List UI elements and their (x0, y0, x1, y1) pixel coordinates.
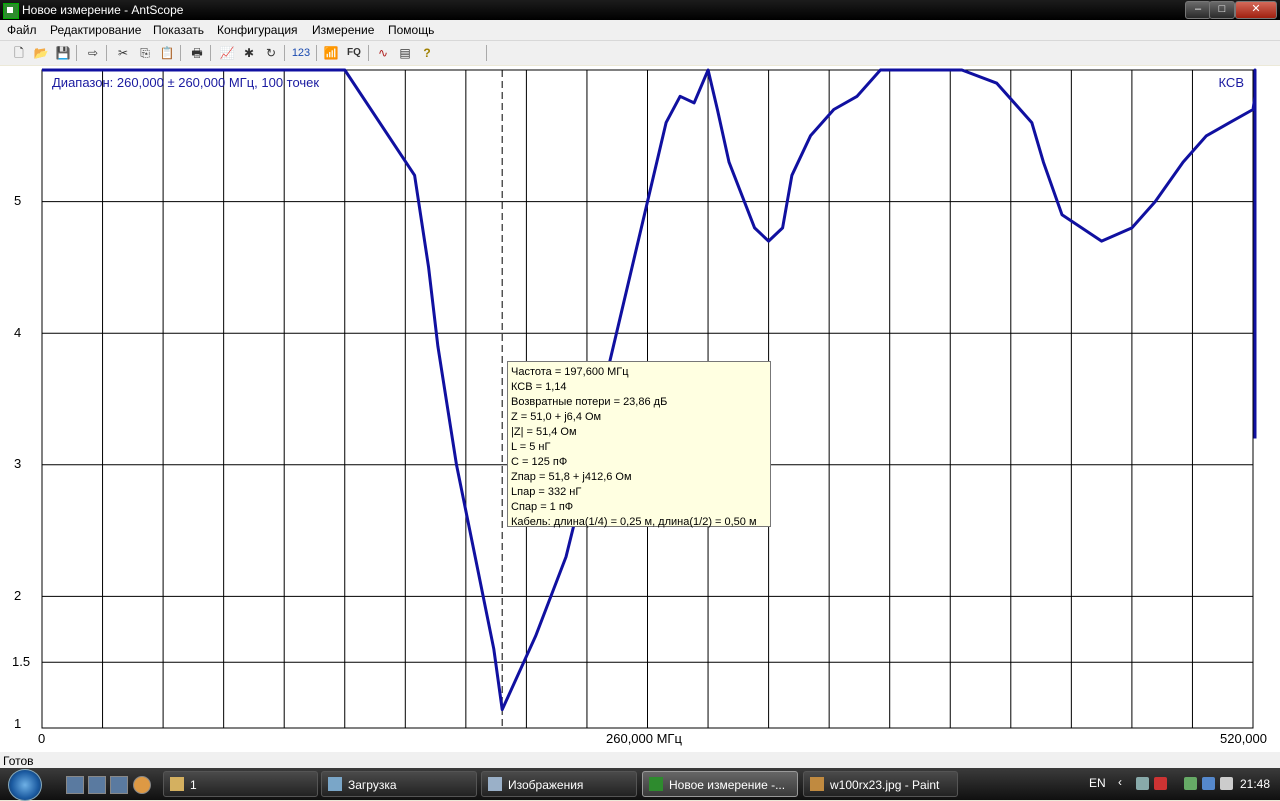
folder-icon (488, 777, 502, 791)
volume-icon[interactable] (1220, 777, 1233, 790)
x-tick-label: 0 (38, 731, 46, 746)
menu-file[interactable]: Файл (7, 23, 37, 37)
tooltip-impedance-magnitude: |Z| = 51,4 Ом (511, 426, 577, 438)
plot-area[interactable]: Диапазон: 260,000 ± 260,000 МГц, 100 точ… (0, 66, 1280, 752)
marker-icon[interactable]: ✱ (240, 44, 258, 62)
paste-icon[interactable]: 📋 (158, 44, 176, 62)
graph-icon[interactable]: ∿ (374, 44, 392, 62)
y-tick-label: 4 (14, 325, 22, 340)
show-desktop-icon[interactable] (66, 776, 84, 794)
tray-app-icon[interactable] (1184, 777, 1197, 790)
tooltip-inductance: L = 5 нГ (511, 441, 551, 453)
chrome-icon[interactable] (133, 776, 151, 794)
print-icon[interactable]: 🖶 (188, 44, 206, 62)
clock[interactable]: 21:48 (1240, 777, 1270, 791)
tooltip-parallel-impedance: Zпар = 51,8 + j412,6 Ом (511, 471, 632, 483)
menu-measure[interactable]: Измерение (312, 23, 374, 37)
save-icon[interactable]: 💾 (54, 44, 72, 62)
folder-icon (328, 777, 342, 791)
new-icon[interactable]: 🗋 (10, 44, 28, 62)
y-tick-label: 2 (14, 588, 22, 603)
tooltip-return-loss: Возвратные потери = 23,86 дБ (511, 396, 668, 408)
network-icon[interactable] (1136, 777, 1149, 790)
close-button[interactable]: ✕ (1235, 1, 1277, 19)
tooltip-parallel-inductance: Lпар = 332 нГ (511, 486, 582, 498)
chart-icon[interactable]: 📈 (218, 44, 236, 62)
tooltip-capacitance: C = 125 пФ (511, 456, 568, 468)
menu-bar: Файл Редактирование Показать Конфигураци… (0, 20, 1280, 41)
window-title: Новое измерение - AntScope (22, 3, 184, 17)
tooltip-frequency: Частота = 197,600 МГц (511, 366, 629, 378)
tray-expand-icon[interactable]: ‹ (1118, 775, 1131, 789)
menu-view[interactable]: Показать (153, 23, 204, 37)
menu-help[interactable]: Помощь (388, 23, 434, 37)
x-tick-label: 520,000 (1220, 731, 1267, 746)
menu-config[interactable]: Конфигурация (217, 23, 298, 37)
language-indicator[interactable]: EN (1089, 776, 1106, 790)
taskbar-item[interactable]: Изображения (481, 771, 637, 797)
mode-label: КСВ (1218, 75, 1245, 90)
minimize-button[interactable]: – (1185, 1, 1211, 19)
title-bar: Новое измерение - AntScope – □ ✕ (0, 0, 1280, 20)
y-tick-label: 5 (14, 193, 22, 208)
marker-tooltip: Частота = 197,600 МГц КСВ = 1,14 Возврат… (507, 361, 771, 528)
folder-icon[interactable]: ▤ (396, 44, 414, 62)
numbers-icon[interactable]: 123 (290, 44, 312, 62)
paint-icon (810, 777, 824, 791)
taskbar-item[interactable]: Загрузка (321, 771, 477, 797)
tooltip-impedance: Z = 51,0 + j6,4 Ом (511, 411, 602, 423)
antenna-icon[interactable]: 📶 (322, 44, 340, 62)
start-button[interactable] (8, 769, 42, 801)
y-tick-label: 3 (14, 456, 22, 471)
maximize-button[interactable]: □ (1209, 1, 1235, 19)
copy-icon[interactable]: ⎘ (136, 44, 154, 62)
status-text: Готов (3, 754, 34, 768)
antscope-app-icon (3, 3, 19, 19)
tray-app-icon[interactable] (1202, 777, 1215, 790)
folder-icon (170, 777, 184, 791)
taskbar-item[interactable]: w100rx23.jpg - Paint (803, 771, 958, 797)
status-bar: Готов (0, 752, 1280, 768)
switch-windows-icon[interactable] (88, 776, 106, 794)
cut-icon[interactable]: ✂ (114, 44, 132, 62)
taskbar-item-active[interactable]: Новое измерение -... (642, 771, 798, 797)
tooltip-swr: КСВ = 1,14 (511, 381, 567, 393)
menu-edit[interactable]: Редактирование (50, 23, 141, 37)
fq-icon[interactable]: FQ (343, 44, 365, 62)
antscope-app-icon (649, 777, 663, 791)
refresh-icon[interactable]: ↻ (262, 44, 280, 62)
security-alert-icon[interactable] (1154, 777, 1167, 790)
x-tick-label: 260,000 МГц (606, 731, 682, 746)
help-icon[interactable]: ? (418, 44, 436, 62)
export-icon[interactable]: ⇨ (84, 44, 102, 62)
explorer-icon[interactable] (110, 776, 128, 794)
toolbar: 🗋 📂 💾 ⇨ ✂ ⎘ 📋 🖶 📈 ✱ ↻ 123 📶 FQ ∿ ▤ ? (0, 41, 1280, 65)
taskbar-item[interactable]: 1 (163, 771, 318, 797)
y-tick-label: 1.5 (12, 654, 31, 669)
tooltip-parallel-capacitance: Cпар = 1 пФ (511, 501, 574, 513)
y-tick-label: 1 (14, 716, 22, 731)
open-icon[interactable]: 📂 (32, 44, 50, 62)
range-label: Диапазон: 260,000 ± 260,000 МГц, 100 точ… (52, 75, 320, 90)
tooltip-cable-length: Кабель: длина(1/4) = 0,25 м, длина(1/2) … (511, 516, 757, 528)
taskbar: 1 Загрузка Изображения Новое измерение -… (0, 768, 1280, 801)
